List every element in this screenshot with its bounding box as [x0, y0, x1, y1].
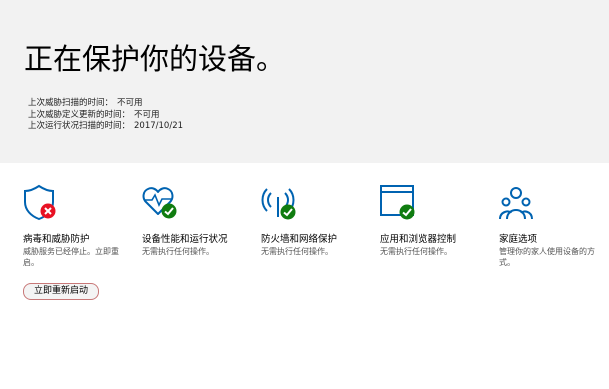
ok-badge-icon [161, 203, 177, 219]
tile-title: 防火墙和网络保护 [261, 234, 338, 245]
tile-description: 无需执行任何操作。 [261, 247, 333, 256]
tile-family-options[interactable]: 家庭选项 管理你的家人使用设备的方式。 [499, 183, 609, 267]
status-header: 正在保护你的设备。 上次威胁扫描的时间： 不可用 上次威胁定义更新的时间： 不可用 … [0, 0, 609, 163]
tile-device-performance-health[interactable]: 设备性能和运行状况 无需执行任何操作。 [142, 183, 252, 256]
scan-info: 上次威胁扫描的时间： 不可用 上次威胁定义更新的时间： 不可用 上次运行状况扫描的时… [28, 98, 183, 133]
last-threat-scan: 上次威胁扫描的时间： 不可用 [28, 98, 183, 110]
ok-badge-icon [399, 204, 415, 220]
page-title: 正在保护你的设备。 [24, 42, 286, 76]
tile-description: 管理你的家人使用设备的方式。 [499, 247, 595, 267]
error-badge-icon [40, 203, 56, 219]
tile-title: 应用和浏览器控制 [380, 234, 457, 245]
restart-now-button[interactable]: 立即重新启动 [23, 283, 99, 300]
ok-badge-icon [280, 204, 296, 220]
family-icon [499, 183, 539, 223]
info-label: 上次威胁定义更新的时间： [28, 109, 131, 120]
info-label: 上次威胁扫描的时间： [28, 98, 114, 108]
info-label: 上次运行状况扫描的时间： [28, 121, 131, 131]
last-definition-update: 上次威胁定义更新的时间： 不可用 [28, 110, 183, 122]
tile-title: 病毒和威胁防护 [23, 234, 90, 245]
shield-icon [23, 183, 63, 223]
tile-description: 无需执行任何操作。 [380, 247, 452, 256]
wireless-signal-icon [261, 183, 301, 223]
tile-title: 家庭选项 [499, 234, 538, 245]
last-health-scan: 上次运行状况扫描的时间： 2017/10/21 [28, 121, 183, 133]
info-value: 不可用 [134, 109, 160, 120]
tile-firewall-network-protection[interactable]: 防火墙和网络保护 无需执行任何操作。 [261, 183, 371, 256]
tile-description: 无需执行任何操作。 [142, 247, 214, 256]
tile-virus-threat-protection[interactable]: 病毒和威胁防护 威胁服务已经停止。立即重启。 [23, 183, 133, 267]
info-value: 不可用 [117, 98, 143, 108]
tile-title: 设备性能和运行状况 [142, 234, 228, 245]
heart-pulse-icon [142, 183, 182, 223]
tile-app-browser-control[interactable]: 应用和浏览器控制 无需执行任何操作。 [380, 183, 490, 256]
tile-description: 威胁服务已经停止。立即重启。 [23, 247, 119, 267]
app-window-icon [380, 183, 420, 223]
info-value: 2017/10/21 [134, 121, 184, 131]
